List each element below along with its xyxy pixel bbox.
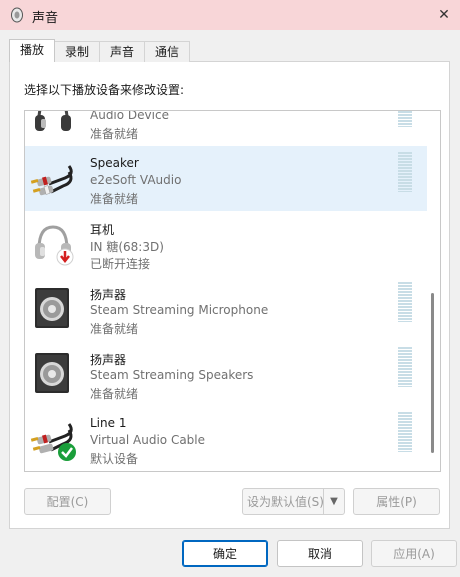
device-description: Steam Streaming Speakers — [90, 368, 254, 382]
device-row[interactable]: 耳机 IN 糖(68:3D) 已断开连接 — [25, 211, 427, 276]
tab-sounds[interactable]: 声音 — [99, 41, 146, 62]
device-row[interactable]: Audio Device 准备就绪 — [25, 110, 427, 146]
window-title: 声音 — [32, 11, 59, 26]
close-button[interactable]: ✕ — [428, 0, 460, 30]
device-row[interactable]: 扬声器 Steam Streaming Microphone 准备就绪 — [25, 276, 427, 341]
device-description: e2eSoft VAudio — [90, 173, 182, 187]
device-name: 扬声器 — [90, 288, 127, 302]
title-bar: 声音 ✕ — [0, 0, 460, 30]
rca-cable-default-icon — [30, 423, 76, 461]
device-status: 准备就绪 — [90, 192, 139, 206]
headphones-icon — [35, 111, 71, 131]
device-description: Audio Device — [90, 110, 169, 122]
apply-button[interactable]: 应用(A) — [371, 540, 457, 567]
device-status: 准备就绪 — [90, 322, 139, 336]
device-description: IN 糖(68:3D) — [90, 240, 164, 254]
speaker-app-icon — [11, 7, 23, 23]
device-status: 准备就绪 — [90, 127, 139, 141]
headphones-disconnected-icon — [35, 225, 74, 266]
device-name: Speaker — [90, 156, 139, 170]
device-description: Steam Streaming Microphone — [90, 303, 269, 317]
device-row[interactable]: Line 1 Virtual Audio Cable 默认设备 — [25, 406, 427, 471]
tab-strip: 播放 录制 声音 通信 — [9, 39, 191, 62]
volume-meter — [398, 282, 412, 322]
speaker-icon — [35, 353, 69, 393]
scroll-thumb[interactable] — [431, 293, 434, 453]
speaker-icon — [35, 288, 69, 328]
tab-playback[interactable]: 播放 — [9, 39, 56, 62]
volume-meter — [398, 412, 412, 452]
device-description: Virtual Audio Cable — [90, 433, 206, 447]
tab-communications[interactable]: 通信 — [144, 41, 191, 62]
volume-meter — [398, 111, 412, 127]
instruction-label: 选择以下播放设备来修改设置: — [24, 83, 185, 97]
chevron-down-icon[interactable]: ▼ — [323, 488, 344, 515]
device-status: 已断开连接 — [90, 257, 151, 271]
properties-button[interactable]: 属性(P) — [353, 488, 440, 515]
rca-cable-icon — [30, 165, 73, 196]
device-name: Line 1 — [90, 416, 127, 430]
ok-button[interactable]: 确定 — [182, 540, 268, 567]
device-name: 耳机 — [90, 223, 115, 237]
cancel-button[interactable]: 取消 — [277, 540, 363, 567]
volume-meter — [398, 347, 412, 387]
device-row[interactable]: Speaker e2eSoft VAudio 准备就绪 — [25, 146, 427, 211]
volume-meter — [398, 152, 412, 192]
device-row[interactable]: 扬声器 Steam Streaming Speakers 准备就绪 — [25, 341, 427, 406]
device-status: 默认设备 — [90, 452, 139, 466]
playback-device-list[interactable]: Audio Device 准备就绪 Speaker e2eSoft VAudio… — [24, 110, 441, 472]
device-name: 扬声器 — [90, 353, 127, 367]
tab-recording[interactable]: 录制 — [54, 41, 101, 62]
configure-button[interactable]: 配置(C) — [24, 488, 111, 515]
list-scrollbar[interactable] — [425, 111, 440, 471]
device-status: 准备就绪 — [90, 387, 139, 401]
